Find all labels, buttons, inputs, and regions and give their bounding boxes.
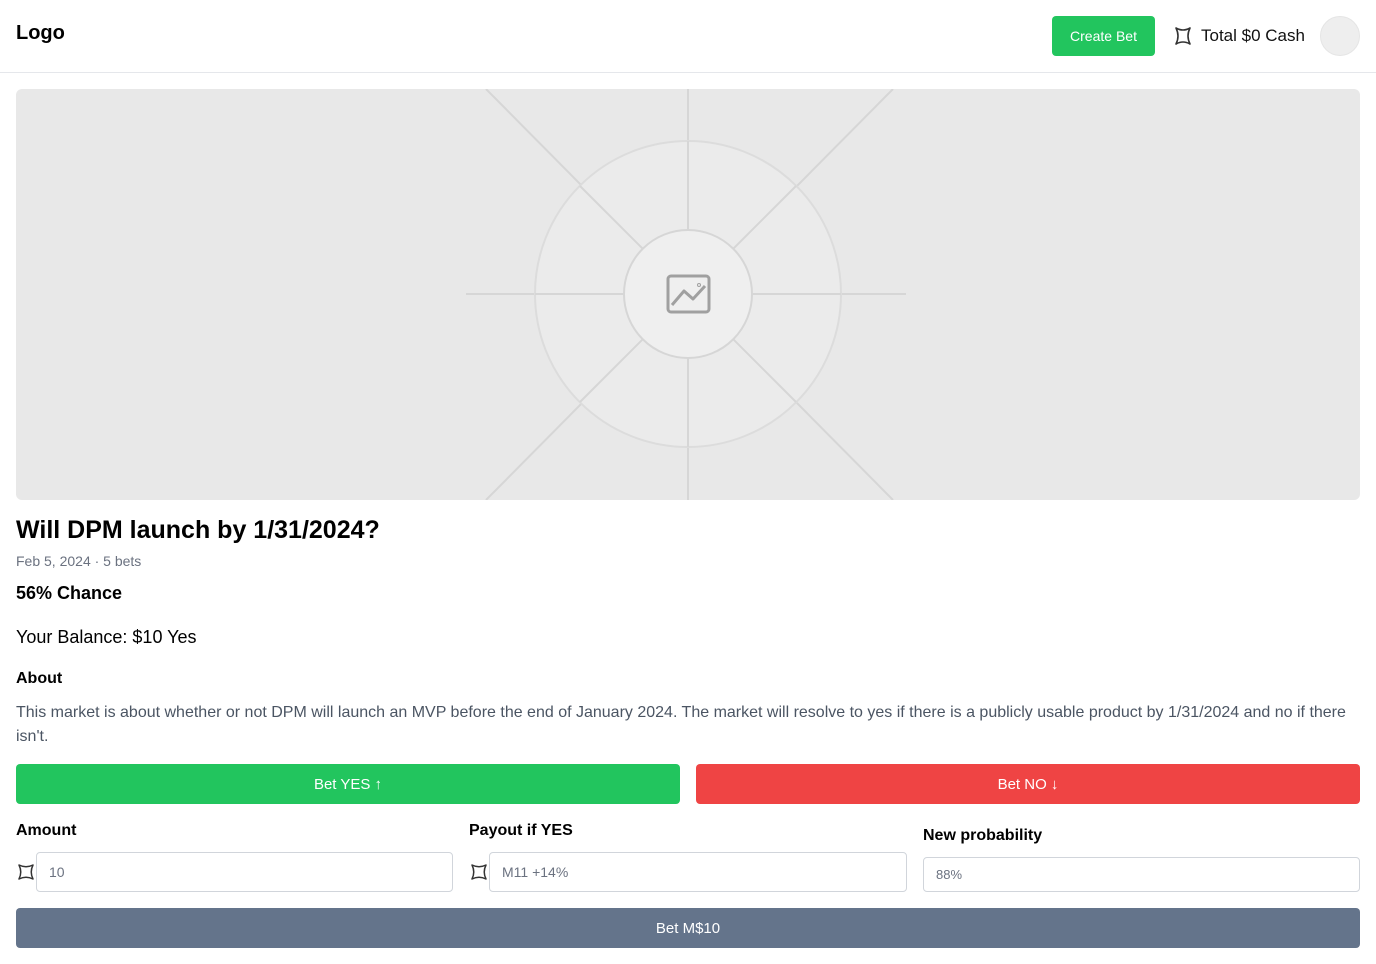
- market-meta: Feb 5, 2024 · 5 bets: [16, 553, 142, 569]
- logo[interactable]: Logo: [16, 22, 65, 45]
- coin-icon: [1175, 27, 1191, 45]
- cash-label: Total $0 Cash: [1201, 26, 1305, 45]
- amount-label: Amount: [16, 822, 77, 839]
- submit-bet-button[interactable]: Bet M$10: [16, 908, 1360, 948]
- top-nav: Logo Create Bet Total $0 Cash: [0, 0, 1376, 73]
- cash-balance[interactable]: Total $0 Cash: [1172, 24, 1305, 48]
- market-title: Will DPM launch by 1/31/2024?: [16, 516, 380, 544]
- market-image-placeholder: [16, 89, 1360, 500]
- bet-yes-button[interactable]: Bet YES ↑: [16, 764, 680, 804]
- user-balance: Your Balance: $10 Yes: [16, 627, 197, 647]
- payout-input[interactable]: [489, 852, 907, 892]
- probability-input[interactable]: [923, 857, 1360, 892]
- create-bet-button[interactable]: Create Bet: [1052, 16, 1155, 56]
- probability-label: New probability: [923, 827, 1043, 844]
- amount-input[interactable]: [36, 852, 453, 892]
- about-heading: About: [16, 670, 63, 687]
- market-chance: 56% Chance: [16, 583, 123, 603]
- about-text: This market is about whether or not DPM …: [16, 704, 1346, 745]
- image-placeholder-graphic: [466, 89, 906, 500]
- bet-no-button[interactable]: Bet NO ↓: [696, 764, 1360, 804]
- coin-icon: [471, 864, 487, 880]
- payout-label: Payout if YES: [469, 822, 573, 839]
- coin-icon: [18, 864, 34, 880]
- avatar[interactable]: [1320, 16, 1360, 56]
